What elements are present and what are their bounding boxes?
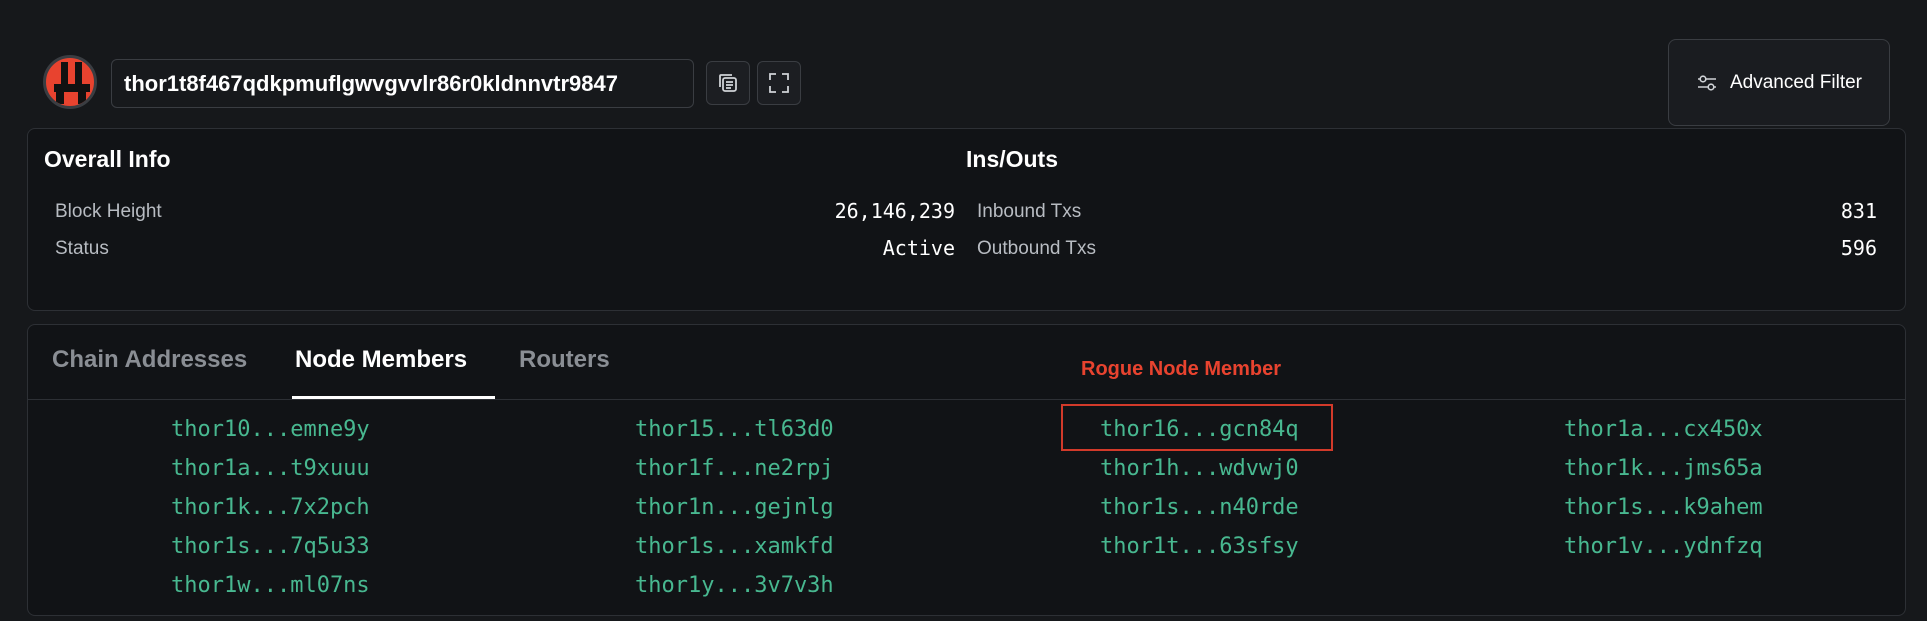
node-member-link[interactable]: thor1k...jms65a (1564, 456, 1763, 481)
node-member-link[interactable]: thor1a...t9xuuu (171, 456, 370, 481)
node-member-link[interactable]: thor1s...xamkfd (635, 534, 834, 559)
outbound-txs-value: 596 (1840, 236, 1877, 260)
tab-chain-addresses[interactable]: Chain Addresses (52, 346, 247, 374)
outbound-txs-label: Outbound Txs (977, 238, 1097, 259)
node-member-link[interactable]: thor1w...ml07ns (171, 573, 370, 598)
inbound-txs-value: 831 (1840, 199, 1877, 223)
inbound-txs-label: Inbound Txs (977, 201, 1082, 222)
expand-icon (769, 73, 789, 93)
node-member-link[interactable]: thor1n...gejnlg (635, 495, 834, 520)
block-height-label: Block Height (55, 201, 162, 222)
block-height-value: 26,146,239 (834, 199, 955, 223)
expand-button[interactable] (757, 61, 801, 105)
address-text: thor1t8f467qdkpmuflgwvgvvlr86r0kldnnvtr9… (124, 70, 618, 96)
advanced-filter-label: Advanced Filter (1729, 71, 1862, 93)
node-member-link[interactable]: thor15...tl63d0 (635, 417, 834, 442)
status-label: Status (55, 238, 109, 259)
node-member-link[interactable]: thor1h...wdvwj0 (1100, 456, 1299, 481)
node-member-link[interactable]: thor1t...63sfsy (1100, 534, 1299, 559)
rogue-node-annotation-label: Rogue Node Member (1081, 358, 1282, 380)
status-value: Active (882, 236, 955, 260)
tab-routers[interactable]: Routers (519, 346, 610, 374)
node-member-link[interactable]: thor1k...7x2pch (171, 495, 370, 520)
ins-outs-title: Ins/Outs (966, 146, 1059, 172)
node-member-link[interactable]: thor1a...cx450x (1564, 417, 1763, 442)
copy-icon (719, 74, 737, 92)
sliders-icon (1697, 74, 1716, 91)
node-member-link-rogue[interactable]: thor16...gcn84q (1100, 417, 1299, 442)
node-member-link[interactable]: thor1f...ne2rpj (635, 456, 834, 481)
node-member-link[interactable]: thor10...emne9y (171, 417, 370, 442)
node-member-link[interactable]: thor1s...k9ahem (1564, 495, 1763, 520)
node-member-link[interactable]: thor1y...3v7v3h (635, 573, 834, 598)
tab-node-members[interactable]: Node Members (295, 346, 467, 374)
page: thor1t8f467qdkpmuflgwvgvvlr86r0kldnnvtr9… (0, 0, 1927, 621)
overall-info-title: Overall Info (44, 146, 171, 172)
address-display: thor1t8f467qdkpmuflgwvgvvlr86r0kldnnvtr9… (111, 59, 694, 108)
advanced-filter-button[interactable]: Advanced Filter (1668, 39, 1890, 126)
node-member-link[interactable]: thor1s...7q5u33 (171, 534, 370, 559)
header: thor1t8f467qdkpmuflgwvgvvlr86r0kldnnvtr9… (0, 0, 1927, 126)
thorchain-logo-icon (43, 55, 97, 109)
tab-divider (28, 399, 1905, 400)
copy-address-button[interactable] (706, 61, 750, 105)
node-member-link[interactable]: thor1s...n40rde (1100, 495, 1299, 520)
node-member-link[interactable]: thor1v...ydnfzq (1564, 534, 1763, 559)
